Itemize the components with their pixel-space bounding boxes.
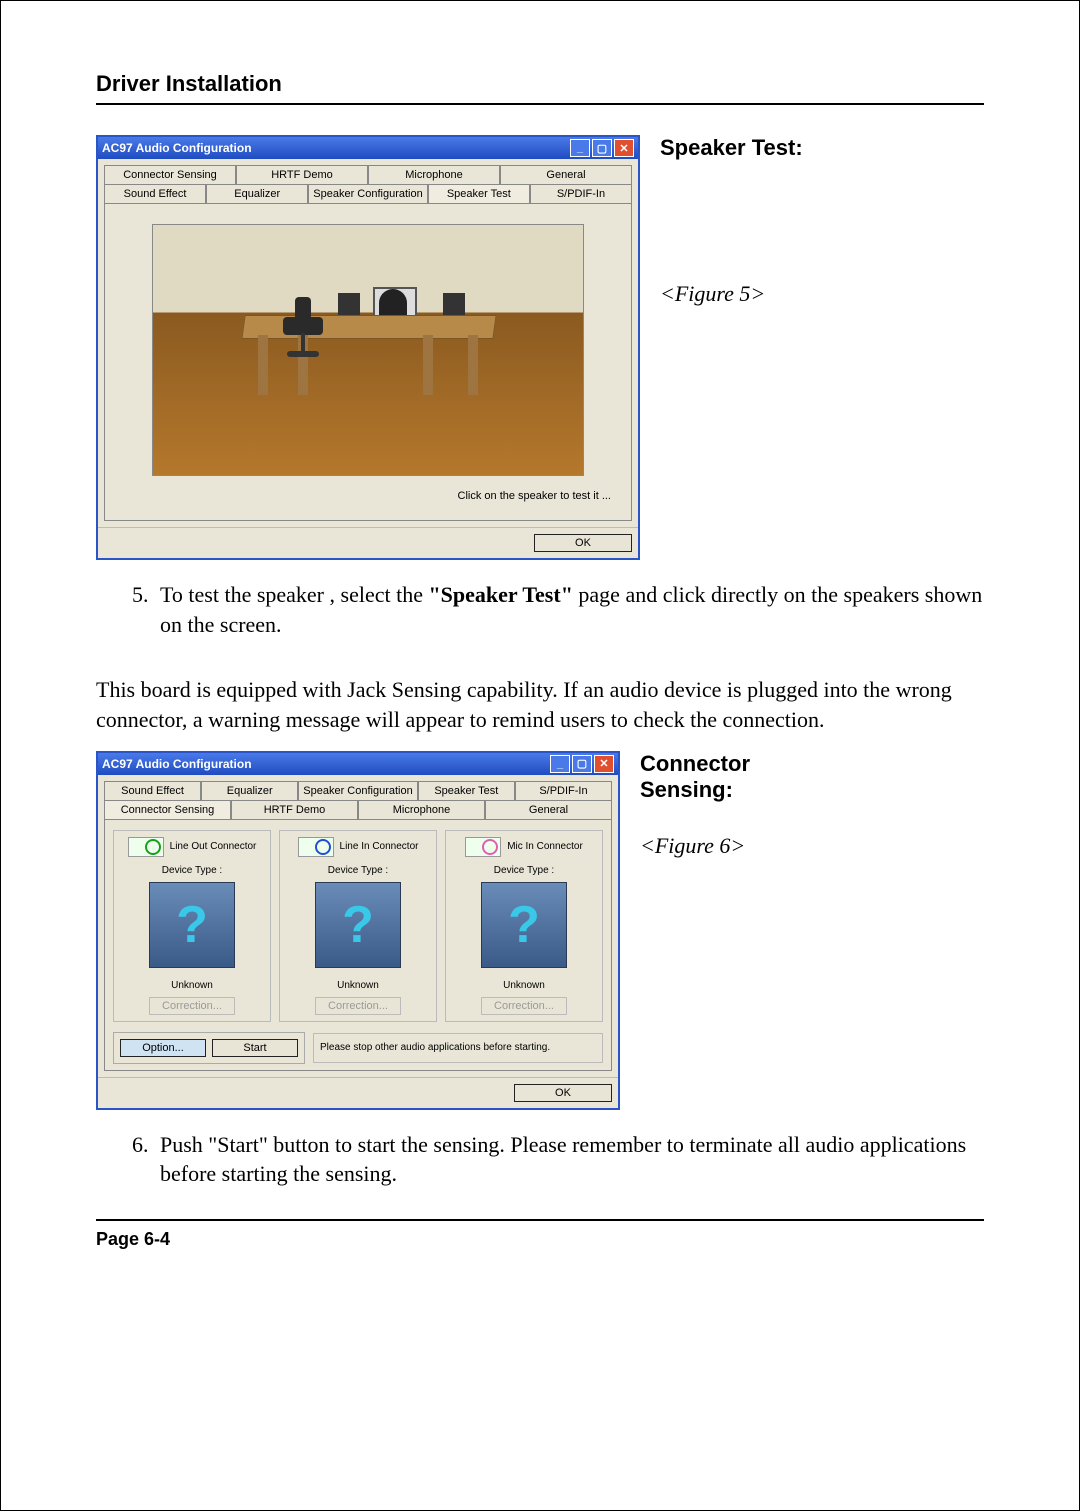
unknown-device-icon: ? [315, 882, 401, 968]
tab-connector-sensing[interactable]: Connector Sensing [104, 165, 236, 184]
correction-button[interactable]: Correction... [481, 997, 567, 1015]
tab-microphone[interactable]: Microphone [368, 165, 500, 184]
tab-equalizer[interactable]: Equalizer [206, 184, 308, 203]
window-title: AC97 Audio Configuration [102, 141, 568, 155]
titlebar: AC97 Audio Configuration _ ▢ ✕ [98, 753, 618, 775]
page-number: Page 6-4 [96, 1219, 984, 1250]
start-button[interactable]: Start [212, 1039, 298, 1057]
step-5: To test the speaker , select the "Speake… [154, 580, 984, 639]
tab-general[interactable]: General [500, 165, 632, 184]
figure6-window: AC97 Audio Configuration _ ▢ ✕ Sound Eff… [96, 751, 620, 1110]
chair-icon [283, 307, 323, 357]
line-in-column: Line In Connector Device Type : ? Unknow… [279, 830, 437, 1022]
figure6-caption: <Figure 6> [640, 833, 840, 859]
figure6-heading: Connector Sensing: [640, 751, 840, 803]
jack-sensing-paragraph: This board is equipped with Jack Sensing… [96, 675, 984, 734]
line-out-column: Line Out Connector Device Type : ? Unkno… [113, 830, 271, 1022]
unknown-device-icon: ? [149, 882, 235, 968]
figure5-window: AC97 Audio Configuration _ ▢ ✕ Connector… [96, 135, 640, 560]
ok-button[interactable]: OK [514, 1084, 612, 1102]
unknown-device-icon: ? [481, 882, 567, 968]
tab-equalizer[interactable]: Equalizer [201, 781, 298, 800]
line-in-jack-icon [298, 837, 334, 857]
close-icon[interactable]: ✕ [614, 139, 634, 157]
status-label: Unknown [337, 980, 379, 991]
device-type-label: Device Type : [494, 865, 554, 876]
maximize-icon[interactable]: ▢ [572, 755, 592, 773]
mic-in-label: Mic In Connector [507, 841, 583, 852]
page-title: Driver Installation [96, 71, 984, 105]
line-in-label: Line In Connector [340, 841, 419, 852]
tab-speaker-test[interactable]: Speaker Test [418, 781, 515, 800]
step-6: Push "Start" button to start the sensing… [154, 1130, 984, 1189]
tab-general[interactable]: General [485, 800, 612, 819]
hint-text: Click on the speaker to test it ... [105, 486, 631, 520]
line-out-jack-icon [128, 837, 164, 857]
speaker-test-scene[interactable] [152, 224, 584, 476]
tab-sound-effect[interactable]: Sound Effect [104, 184, 206, 203]
figure5-caption: <Figure 5> [660, 281, 860, 307]
tab-spdif-in[interactable]: S/PDIF-In [515, 781, 612, 800]
option-button[interactable]: Option... [120, 1039, 206, 1057]
mic-in-column: Mic In Connector Device Type : ? Unknown… [445, 830, 603, 1022]
figure5-heading: Speaker Test: [660, 135, 860, 161]
minimize-icon[interactable]: _ [570, 139, 590, 157]
tab-speaker-test[interactable]: Speaker Test [428, 184, 530, 203]
status-label: Unknown [171, 980, 213, 991]
device-type-label: Device Type : [328, 865, 388, 876]
correction-button[interactable]: Correction... [149, 997, 235, 1015]
close-icon[interactable]: ✕ [594, 755, 614, 773]
device-type-label: Device Type : [162, 865, 222, 876]
minimize-icon[interactable]: _ [550, 755, 570, 773]
mic-in-jack-icon [465, 837, 501, 857]
maximize-icon[interactable]: ▢ [592, 139, 612, 157]
tab-speaker-configuration[interactable]: Speaker Configuration [308, 184, 427, 203]
ok-button[interactable]: OK [534, 534, 632, 552]
status-label: Unknown [503, 980, 545, 991]
status-message: Please stop other audio applications bef… [313, 1033, 603, 1063]
tab-speaker-configuration[interactable]: Speaker Configuration [298, 781, 417, 800]
tab-sound-effect[interactable]: Sound Effect [104, 781, 201, 800]
tab-microphone[interactable]: Microphone [358, 800, 485, 819]
tab-connector-sensing[interactable]: Connector Sensing [104, 800, 231, 819]
tab-spdif-in[interactable]: S/PDIF-In [530, 184, 632, 203]
tab-hrtf-demo[interactable]: HRTF Demo [236, 165, 368, 184]
tab-hrtf-demo[interactable]: HRTF Demo [231, 800, 358, 819]
line-out-label: Line Out Connector [170, 841, 257, 852]
correction-button[interactable]: Correction... [315, 997, 401, 1015]
window-title: AC97 Audio Configuration [102, 757, 548, 771]
titlebar: AC97 Audio Configuration _ ▢ ✕ [98, 137, 638, 159]
